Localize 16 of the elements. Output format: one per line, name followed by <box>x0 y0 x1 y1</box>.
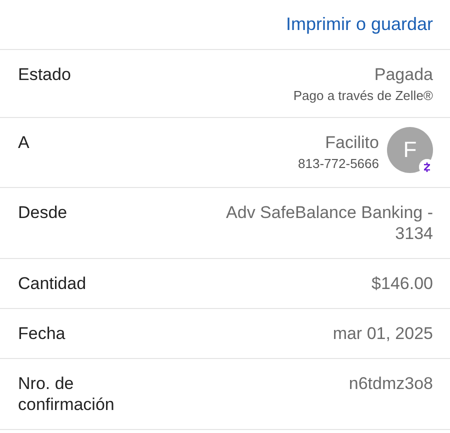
field-label: Estado <box>18 64 71 85</box>
field-note: Pago a través de Zelle® <box>293 88 433 103</box>
field-value: n6tdmz3o8 <box>348 373 433 394</box>
field-label: Fecha <box>18 323 66 344</box>
field-value: Pagada <box>374 64 433 85</box>
field-value: Adv SafeBalance Banking - 3134 <box>226 202 433 244</box>
contact-name: Facilito <box>325 132 379 153</box>
avatar-initial: F <box>403 137 417 163</box>
field-label: Nro. de confirmación <box>18 373 114 415</box>
field-label: Desde <box>18 202 68 223</box>
phone-number: 813-772-5666 <box>298 156 379 171</box>
field-value: $146.00 <box>372 273 433 294</box>
print-save-link[interactable]: Imprimir o guardar <box>286 14 433 35</box>
field-label: A <box>18 132 30 153</box>
field-label: Cantidad <box>18 273 86 294</box>
field-value: mar 01, 2025 <box>332 323 433 344</box>
